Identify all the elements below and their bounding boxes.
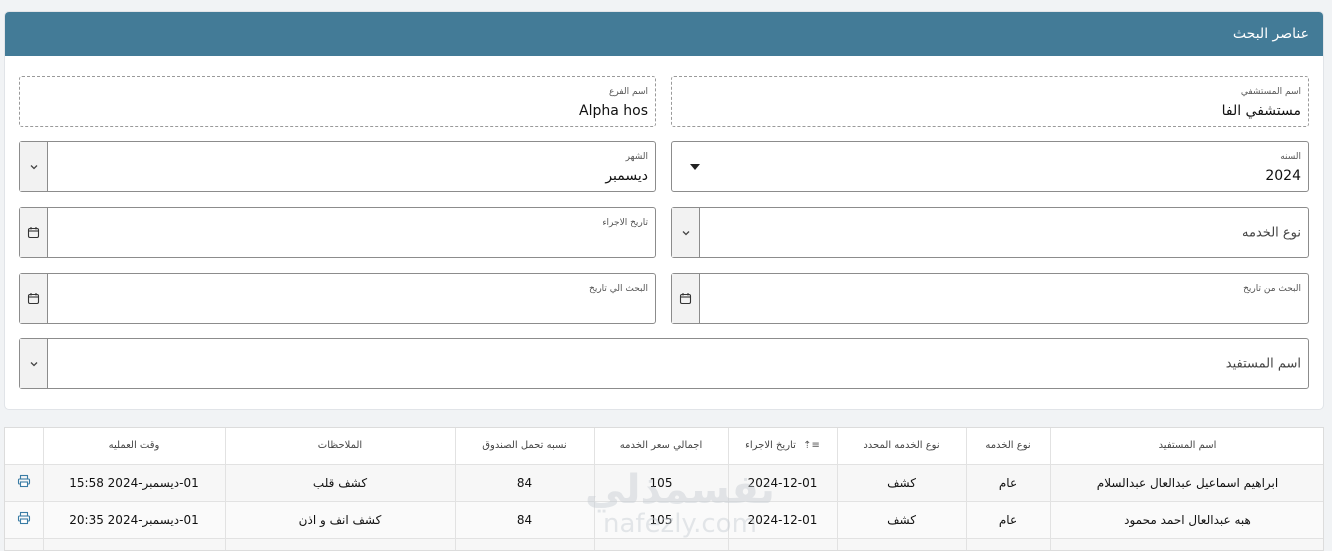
- procedure-date-field[interactable]: تاريخ الاجراء: [19, 207, 656, 258]
- beneficiary-placeholder: اسم المستفيد: [1225, 356, 1301, 371]
- beneficiary-header[interactable]: اسم المستفيد: [1050, 428, 1323, 465]
- service-type-placeholder: نوع الخدمه: [1242, 225, 1301, 240]
- chevron-down-icon: [682, 230, 689, 235]
- caret-down-icon[interactable]: [690, 163, 700, 170]
- procedure-date-cell: 2024-12-01: [728, 464, 838, 502]
- fund-share-cell: 84: [455, 501, 595, 539]
- from-date-calendar-button[interactable]: [672, 274, 700, 323]
- procedure-date-label: تاريخ الاجراء: [602, 218, 648, 228]
- print-icon[interactable]: [17, 474, 31, 488]
- to-date-field[interactable]: البحث الي تاريخ: [19, 273, 656, 324]
- beneficiary-dropdown-button[interactable]: [20, 339, 48, 388]
- to-date-label: البحث الي تاريخ: [589, 284, 648, 294]
- service-type-dropdown-button[interactable]: [672, 208, 700, 257]
- procedure-date-calendar-button[interactable]: [20, 208, 48, 257]
- hospital-name-value: مستشفي الفا: [1221, 103, 1301, 119]
- notes-header[interactable]: الملاحظات: [225, 428, 456, 465]
- procedure-date-header[interactable]: تاريخ الاجراء ⇡≡: [728, 428, 838, 465]
- actions-header: [5, 428, 44, 465]
- procedure-date-header-label: تاريخ الاجراء: [745, 440, 796, 452]
- calendar-icon: [27, 227, 40, 239]
- op-time-cell: 01-ديسمبر-2024 15:58: [43, 464, 226, 502]
- month-dropdown-button[interactable]: [20, 142, 48, 191]
- print-cell: [5, 501, 44, 539]
- year-value: 2024: [1265, 168, 1301, 184]
- calendar-icon: [679, 293, 692, 305]
- table-header-row: وقت العمليه الملاحظات نسبه تحمل الصندوق …: [5, 428, 1323, 465]
- print-cell: [5, 538, 44, 550]
- year-label: السنه: [1280, 152, 1301, 162]
- hospital-name-field[interactable]: اسم المستشفي مستشفي الفا: [671, 76, 1309, 127]
- search-panel-header: عناصر البحث: [5, 12, 1323, 56]
- service-type-cell: عام: [966, 501, 1051, 539]
- branch-name-field[interactable]: اسم الفرع Alpha hos: [19, 76, 656, 127]
- op-time-header[interactable]: وقت العمليه: [43, 428, 226, 465]
- branch-name-label: اسم الفرع: [608, 87, 648, 97]
- service-type-cell: عام: [966, 464, 1051, 502]
- fund-share-cell: 84: [455, 464, 595, 502]
- chevron-down-icon: [30, 361, 37, 366]
- fund-share-header[interactable]: نسبه تحمل الصندوق: [455, 428, 595, 465]
- table-row: 01-ديسمبر-2024 15:58 كشف قلب 84 105 2024…: [5, 464, 1323, 502]
- specific-service-cell: كشف: [837, 464, 967, 502]
- table-row: [5, 538, 1323, 550]
- notes-cell: كشف انف و اذن: [225, 501, 456, 539]
- from-date-field[interactable]: البحث من تاريخ: [671, 273, 1309, 324]
- sort-ascending-icon[interactable]: ⇡≡: [803, 440, 820, 451]
- beneficiary-cell: ابراهيم اسماعيل عبدالعال عبدالسلام: [1050, 464, 1323, 502]
- beneficiary-cell: هبه عبدالعال احمد محمود: [1050, 501, 1323, 539]
- results-table: وقت العمليه الملاحظات نسبه تحمل الصندوق …: [4, 427, 1324, 551]
- month-select[interactable]: الشهر ديسمبر: [19, 141, 656, 192]
- to-date-calendar-button[interactable]: [20, 274, 48, 323]
- table-row: 01-ديسمبر-2024 20:35 كشف انف و اذن 84 10…: [5, 501, 1323, 539]
- service-type-select[interactable]: نوع الخدمه: [671, 207, 1309, 258]
- specific-service-header[interactable]: نوع الخدمه المحدد: [837, 428, 967, 465]
- op-time-cell: 01-ديسمبر-2024 20:35: [43, 501, 226, 539]
- from-date-label: البحث من تاريخ: [1243, 284, 1301, 294]
- year-select[interactable]: السنه 2024: [671, 141, 1309, 192]
- service-type-header[interactable]: نوع الخدمه: [966, 428, 1051, 465]
- total-price-cell: 105: [594, 464, 729, 502]
- print-cell: [5, 464, 44, 502]
- month-value: ديسمبر: [605, 168, 648, 184]
- beneficiary-select[interactable]: اسم المستفيد: [19, 338, 1309, 389]
- total-price-cell: 105: [594, 501, 729, 539]
- hospital-name-label: اسم المستشفي: [1240, 87, 1301, 97]
- total-price-header[interactable]: اجمالي سعر الخدمه: [594, 428, 729, 465]
- specific-service-cell: كشف: [837, 501, 967, 539]
- notes-cell: كشف قلب: [225, 464, 456, 502]
- month-label: الشهر: [625, 152, 648, 162]
- chevron-down-icon: [30, 164, 37, 169]
- branch-name-value: Alpha hos: [579, 103, 648, 119]
- procedure-date-cell: 2024-12-01: [728, 501, 838, 539]
- print-icon[interactable]: [17, 511, 31, 525]
- calendar-icon: [27, 293, 40, 305]
